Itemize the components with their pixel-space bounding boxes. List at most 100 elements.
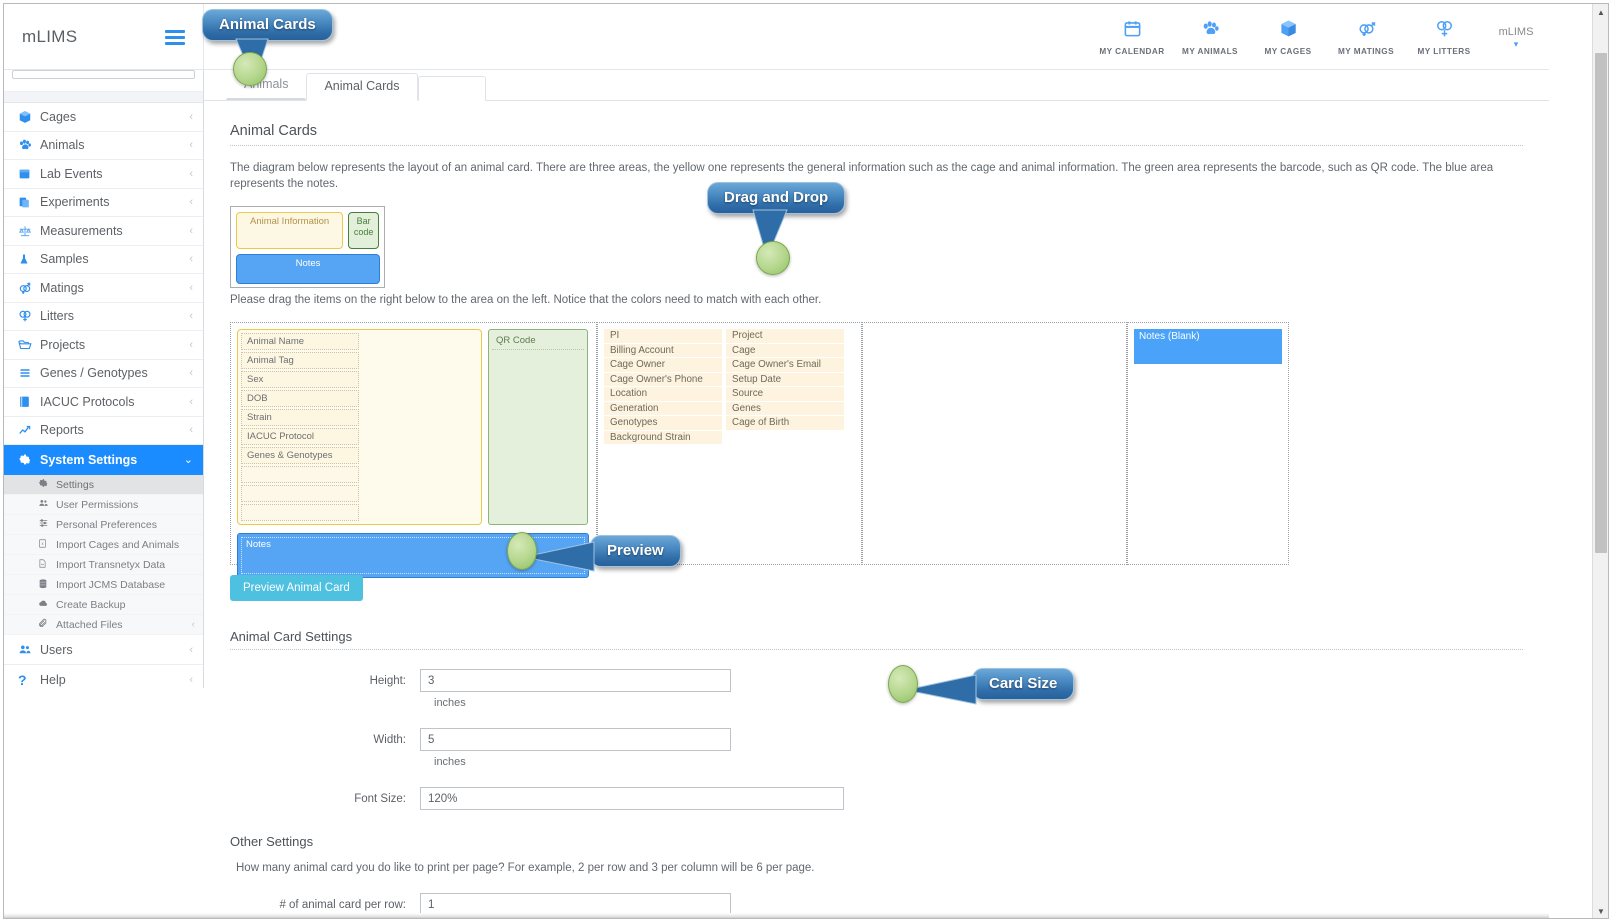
drag-hint-text: Please drag the items on the right below…: [230, 294, 822, 306]
sidebar-item-help[interactable]: ? Help ‹: [4, 665, 203, 688]
sidebar-item-measurements[interactable]: Measurements ‹: [4, 217, 203, 246]
sliders-icon: [38, 518, 56, 531]
callout-drag-and-drop: Drag and Drop: [707, 182, 846, 260]
tab-animal-cards[interactable]: Animal Cards: [306, 73, 418, 101]
width-input[interactable]: [420, 728, 731, 751]
palette-item[interactable]: Cage Owner: [604, 358, 722, 372]
palette-item[interactable]: Background Strain: [604, 430, 722, 444]
animal-information-area[interactable]: Animal Name Animal Tag Sex DOB Strain IA…: [237, 329, 482, 525]
topnav-my-calendar[interactable]: MY CALENDAR: [1093, 4, 1171, 70]
window-bottom-edge: [4, 913, 1549, 918]
preview-animal-card-button[interactable]: Preview Animal Card: [230, 575, 363, 601]
palette-item[interactable]: Genes: [726, 401, 844, 415]
callout-preview: Preview: [523, 535, 681, 572]
sidebar-item-system-settings[interactable]: System Settings ⌄: [4, 445, 203, 475]
palette-item[interactable]: Source: [726, 387, 844, 401]
card-field[interactable]: Genes & Genotypes: [241, 447, 359, 464]
hamburger-menu-icon[interactable]: [165, 29, 185, 45]
sidebar-subitem-personal-preferences[interactable]: Personal Preferences: [4, 515, 203, 535]
sidebar-item-matings[interactable]: Matings ‹: [4, 274, 203, 303]
palette-item[interactable]: PI: [604, 329, 722, 343]
barcode-palette[interactable]: [862, 322, 1127, 565]
sidebar-item-experiments[interactable]: Experiments ‹: [4, 188, 203, 217]
card-dropzone[interactable]: Animal Name Animal Tag Sex DOB Strain IA…: [230, 322, 597, 578]
brand-block: mLIMS: [4, 4, 204, 70]
palette-item[interactable]: Generation: [604, 401, 722, 415]
chevron-left-icon: ‹: [189, 338, 193, 351]
card-field[interactable]: IACUC Protocol: [241, 428, 359, 445]
sidebar-subitem-import-jcms-database[interactable]: Import JCMS Database: [4, 575, 203, 595]
brand-name: mLIMS: [22, 27, 78, 46]
scroll-down-arrow-icon[interactable]: ▼: [1593, 903, 1608, 918]
sidebar-item-users[interactable]: Users ‹: [4, 635, 203, 665]
sidebar-subitem-import-cages-and-animals[interactable]: x Import Cages and Animals: [4, 535, 203, 555]
scroll-up-arrow-icon[interactable]: ▲: [1593, 4, 1608, 21]
per-row-label: # of animal card per row:: [279, 898, 406, 911]
sidebar-item-label: Litters: [40, 309, 75, 324]
card-field[interactable]: Animal Name: [241, 333, 359, 350]
palette-column-left: PI Billing Account Cage Owner Cage Owner…: [604, 329, 722, 444]
width-units: inches: [434, 756, 466, 768]
chevron-down-icon: ⌄: [183, 454, 193, 466]
palette-item[interactable]: Cage Owner's Phone: [604, 372, 722, 386]
sidebar-item-projects[interactable]: Projects ‹: [4, 331, 203, 360]
chevron-left-icon: ‹: [189, 310, 193, 323]
topnav-label: MY CALENDAR: [1099, 46, 1165, 56]
sidebar-item-samples[interactable]: Samples ‹: [4, 245, 203, 274]
sidebar-item-genes-genotypes[interactable]: Genes / Genotypes ‹: [4, 359, 203, 388]
card-field[interactable]: Sex: [241, 371, 359, 388]
palette-item[interactable]: Genotypes: [604, 416, 722, 430]
card-field[interactable]: Strain: [241, 409, 359, 426]
palette-item[interactable]: Location: [604, 387, 722, 401]
sidebar-item-lab-events[interactable]: Lab Events ‹: [4, 160, 203, 189]
litters-icon: [1435, 19, 1454, 42]
scrollbar-thumb[interactable]: [1595, 53, 1607, 553]
vertical-scrollbar[interactable]: ▲ ▼: [1592, 4, 1608, 918]
palette-item[interactable]: Cage: [726, 343, 844, 357]
user-menu[interactable]: mLIMS ▾: [1483, 4, 1549, 70]
card-field-empty[interactable]: [241, 485, 359, 502]
users-icon: [18, 643, 40, 656]
palette-item[interactable]: Cage Owner's Email: [726, 358, 844, 372]
card-field[interactable]: Animal Tag: [241, 352, 359, 369]
callout-bubble: Preview: [590, 535, 681, 567]
notes-palette[interactable]: Notes (Blank): [1127, 322, 1289, 565]
available-fields-palette[interactable]: PI Billing Account Cage Owner Cage Owner…: [597, 322, 862, 565]
sidebar-item-cages[interactable]: Cages ‹: [4, 103, 203, 132]
topnav-my-litters[interactable]: MY LITTERS: [1405, 4, 1483, 70]
sidebar-search-input[interactable]: [12, 70, 195, 79]
qr-code-field[interactable]: QR Code: [492, 333, 584, 350]
palette-item[interactable]: Billing Account: [604, 343, 722, 357]
sidebar-subitem-import-transnetyx-data[interactable]: Import Transnetyx Data: [4, 555, 203, 575]
card-field[interactable]: DOB: [241, 390, 359, 407]
font-size-input[interactable]: [420, 787, 844, 810]
topnav-my-matings[interactable]: MY MATINGS: [1327, 4, 1405, 70]
sidebar-subitem-create-backup[interactable]: Create Backup: [4, 595, 203, 615]
height-label: Height:: [369, 674, 406, 687]
sidebar-item-iacuc-protocols[interactable]: IACUC Protocols ‹: [4, 388, 203, 417]
diagram-barcode: Bar code: [348, 212, 379, 249]
sidebar-item-litters[interactable]: Litters ‹: [4, 302, 203, 331]
topnav-my-animals[interactable]: MY ANIMALS: [1171, 4, 1249, 70]
height-input[interactable]: [420, 669, 731, 692]
palette-item-notes-blank[interactable]: Notes (Blank): [1134, 329, 1282, 364]
flask-docs-icon: [18, 196, 40, 209]
barcode-area[interactable]: QR Code: [488, 329, 588, 525]
sidebar-subitem-attached-files[interactable]: Attached Files ‹: [4, 615, 203, 635]
sidebar-item-animals[interactable]: Animals ‹: [4, 131, 203, 160]
palette-item[interactable]: Project: [726, 329, 844, 343]
cloud-backup-icon: [38, 598, 56, 611]
topnav-my-cages[interactable]: MY CAGES: [1249, 4, 1327, 70]
chevron-left-icon: ‹: [189, 643, 193, 656]
application-window: mLIMS MY CALENDAR MY ANIMALS MY CAGES MY…: [3, 3, 1609, 919]
user-menu-label: mLIMS: [1498, 25, 1534, 38]
page-description: The diagram below represents the layout …: [230, 162, 1494, 190]
sidebar-subitem-settings[interactable]: Settings: [4, 475, 203, 495]
palette-item[interactable]: Setup Date: [726, 372, 844, 386]
sidebar-item-reports[interactable]: Reports ‹: [4, 416, 203, 445]
card-field-empty[interactable]: [241, 466, 359, 483]
card-field-empty[interactable]: [241, 504, 359, 521]
palette-item[interactable]: Cage of Birth: [726, 416, 844, 430]
settings-divider: [230, 649, 1523, 650]
sidebar-subitem-user-permissions[interactable]: User Permissions: [4, 495, 203, 515]
